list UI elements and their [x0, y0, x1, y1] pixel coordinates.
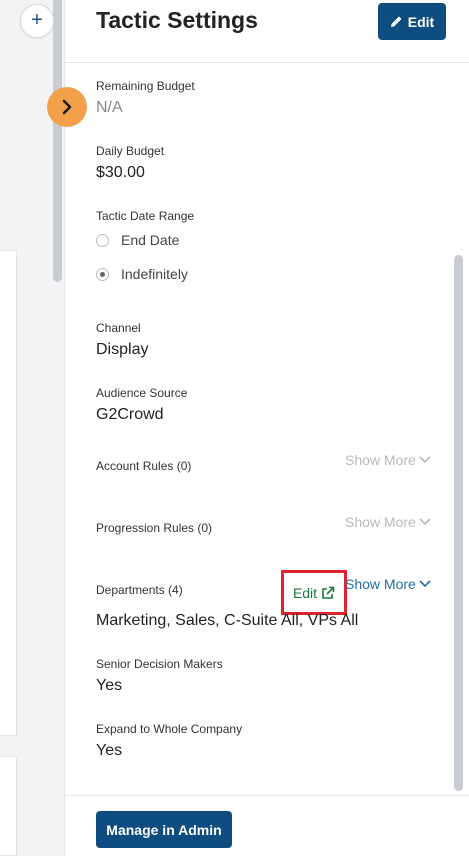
date-range-label: Tactic Date Range — [96, 209, 195, 223]
end-date-option[interactable]: End Date — [96, 232, 179, 248]
panel-title: Tactic Settings — [96, 7, 258, 33]
remaining-budget-label: Remaining Budget — [96, 79, 195, 93]
departments-value: Marketing, Sales, C-Suite All, VPs All — [96, 612, 359, 629]
progression-rules-label: Progression Rules (0) — [96, 521, 213, 535]
departments-label: Departments (4) — [96, 583, 183, 597]
end-date-option-label: End Date — [121, 232, 180, 248]
external-link-icon — [322, 586, 335, 599]
plus-icon: + — [31, 9, 43, 31]
left-card — [0, 250, 17, 736]
progression-rules-show-more-label: Show More — [345, 514, 416, 530]
add-button[interactable]: + — [20, 4, 54, 38]
daily-budget-value: $30.00 — [96, 164, 145, 181]
chevron-down-icon — [419, 456, 431, 464]
account-rules-show-more-label: Show More — [345, 452, 416, 468]
audience-source-label: Audience Source — [96, 386, 188, 400]
senior-decision-makers-label: Senior Decision Makers — [96, 657, 223, 671]
departments-edit-label: Edit — [292, 584, 318, 601]
channel-value: Display — [96, 341, 149, 358]
indefinitely-radio[interactable] — [96, 267, 109, 281]
expand-company-value: Yes — [96, 742, 123, 759]
expand-panel-button[interactable] — [47, 87, 87, 127]
audience-source-value: G2Crowd — [96, 406, 164, 423]
channel-label: Channel — [96, 321, 141, 335]
edit-settings-button[interactable]: Edit — [378, 3, 446, 40]
departments-show-more-label: Show More — [345, 576, 416, 592]
edit-settings-label: Edit — [407, 13, 435, 30]
left-card-lower — [0, 756, 17, 856]
account-rules-show-more[interactable]: Show More — [345, 452, 431, 468]
tactic-settings-panel: Tactic Settings Edit Remaining Budget N/… — [64, 0, 469, 856]
manage-in-admin-button[interactable]: Manage in Admin — [96, 811, 232, 848]
daily-budget-label: Daily Budget — [96, 144, 165, 158]
expand-company-label: Expand to Whole Company — [96, 722, 243, 736]
chevron-down-icon — [419, 580, 431, 588]
indefinitely-option[interactable]: Indefinitely — [96, 266, 188, 282]
progression-rules-show-more[interactable]: Show More — [345, 514, 431, 530]
pencil-icon — [390, 16, 402, 27]
header-divider — [65, 62, 469, 63]
departments-show-more[interactable]: Show More — [345, 576, 431, 592]
indefinitely-option-label: Indefinitely — [121, 266, 188, 282]
chevron-right-icon — [62, 99, 72, 115]
left-scrollbar[interactable] — [53, 0, 62, 282]
senior-decision-makers-value: Yes — [96, 677, 123, 694]
manage-in-admin-label: Manage in Admin — [106, 821, 222, 838]
departments-edit-link[interactable]: Edit — [281, 570, 347, 615]
account-rules-label: Account Rules (0) — [96, 459, 192, 473]
end-date-radio[interactable] — [96, 233, 109, 247]
remaining-budget-value: N/A — [96, 99, 123, 116]
footer-divider — [65, 795, 469, 796]
panel-scrollbar[interactable] — [454, 255, 463, 791]
chevron-down-icon — [419, 518, 431, 526]
